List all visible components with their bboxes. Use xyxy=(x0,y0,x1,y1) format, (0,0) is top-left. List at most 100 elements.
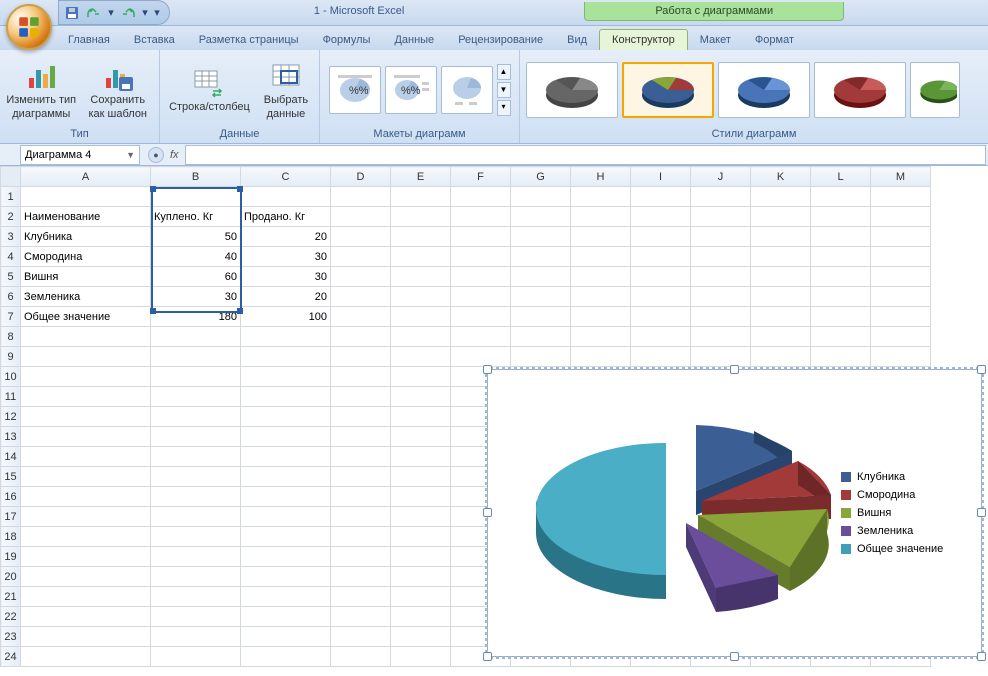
cell-L4[interactable] xyxy=(811,247,871,267)
col-header-B[interactable]: B xyxy=(151,167,241,187)
cell-D8[interactable] xyxy=(331,327,391,347)
cell-G9[interactable] xyxy=(511,347,571,367)
cell-C7[interactable]: 100 xyxy=(241,307,331,327)
layouts-scroll-up-icon[interactable]: ▲ xyxy=(497,64,511,80)
cell-B17[interactable] xyxy=(151,507,241,527)
cell-L5[interactable] xyxy=(811,267,871,287)
cell-M7[interactable] xyxy=(871,307,931,327)
cell-D2[interactable] xyxy=(331,207,391,227)
cell-E17[interactable] xyxy=(391,507,451,527)
cell-C13[interactable] xyxy=(241,427,331,447)
cell-C24[interactable] xyxy=(241,647,331,667)
cell-M1[interactable] xyxy=(871,187,931,207)
cell-E12[interactable] xyxy=(391,407,451,427)
cell-G3[interactable] xyxy=(511,227,571,247)
cell-A19[interactable] xyxy=(21,547,151,567)
cell-E5[interactable] xyxy=(391,267,451,287)
col-header-J[interactable]: J xyxy=(691,167,751,187)
redo-dropdown-icon[interactable]: ▾ xyxy=(141,4,149,22)
cell-E13[interactable] xyxy=(391,427,451,447)
cell-G8[interactable] xyxy=(511,327,571,347)
cell-G5[interactable] xyxy=(511,267,571,287)
cell-E9[interactable] xyxy=(391,347,451,367)
row-header-13[interactable]: 13 xyxy=(1,427,21,447)
cell-M6[interactable] xyxy=(871,287,931,307)
cell-I5[interactable] xyxy=(631,267,691,287)
cell-D1[interactable] xyxy=(331,187,391,207)
col-header-K[interactable]: K xyxy=(751,167,811,187)
cell-A6[interactable]: Земленика xyxy=(21,287,151,307)
cell-E18[interactable] xyxy=(391,527,451,547)
cell-B3[interactable]: 50 xyxy=(151,227,241,247)
cell-B14[interactable] xyxy=(151,447,241,467)
cell-C17[interactable] xyxy=(241,507,331,527)
cell-G6[interactable] xyxy=(511,287,571,307)
chart-resize-handle[interactable] xyxy=(977,365,986,374)
cell-B20[interactable] xyxy=(151,567,241,587)
cell-G4[interactable] xyxy=(511,247,571,267)
cell-A3[interactable]: Клубника xyxy=(21,227,151,247)
cell-F8[interactable] xyxy=(451,327,511,347)
cell-G2[interactable] xyxy=(511,207,571,227)
cell-C12[interactable] xyxy=(241,407,331,427)
row-header-14[interactable]: 14 xyxy=(1,447,21,467)
cell-A21[interactable] xyxy=(21,587,151,607)
cell-D21[interactable] xyxy=(331,587,391,607)
col-header-M[interactable]: M xyxy=(871,167,931,187)
tab-insert[interactable]: Вставка xyxy=(122,30,187,50)
cell-K5[interactable] xyxy=(751,267,811,287)
col-header-F[interactable]: F xyxy=(451,167,511,187)
cell-A23[interactable] xyxy=(21,627,151,647)
name-box-expand-icon[interactable]: ● xyxy=(148,147,164,163)
cell-H8[interactable] xyxy=(571,327,631,347)
cell-B24[interactable] xyxy=(151,647,241,667)
name-box-dropdown-icon[interactable]: ▼ xyxy=(126,150,135,160)
cell-H4[interactable] xyxy=(571,247,631,267)
col-header-G[interactable]: G xyxy=(511,167,571,187)
layouts-scroll-down-icon[interactable]: ▼ xyxy=(497,82,511,98)
row-header-4[interactable]: 4 xyxy=(1,247,21,267)
col-header-C[interactable]: C xyxy=(241,167,331,187)
cell-D22[interactable] xyxy=(331,607,391,627)
cell-D14[interactable] xyxy=(331,447,391,467)
tab-review[interactable]: Рецензирование xyxy=(446,30,555,50)
cell-D12[interactable] xyxy=(331,407,391,427)
save-icon[interactable] xyxy=(63,4,81,22)
worksheet[interactable]: A B C D E F G H I J K L M 12Наименование… xyxy=(0,166,988,676)
cell-I2[interactable] xyxy=(631,207,691,227)
row-header-3[interactable]: 3 xyxy=(1,227,21,247)
row-header-1[interactable]: 1 xyxy=(1,187,21,207)
col-header-E[interactable]: E xyxy=(391,167,451,187)
name-box[interactable]: Диаграмма 4 ▼ xyxy=(20,145,140,165)
cell-H3[interactable] xyxy=(571,227,631,247)
cell-D23[interactable] xyxy=(331,627,391,647)
cell-B2[interactable]: Куплено. Кг xyxy=(151,207,241,227)
cell-J3[interactable] xyxy=(691,227,751,247)
row-header-20[interactable]: 20 xyxy=(1,567,21,587)
tab-pagelayout[interactable]: Разметка страницы xyxy=(187,30,311,50)
cell-C22[interactable] xyxy=(241,607,331,627)
cell-I8[interactable] xyxy=(631,327,691,347)
cell-E14[interactable] xyxy=(391,447,451,467)
cell-D3[interactable] xyxy=(331,227,391,247)
cell-J6[interactable] xyxy=(691,287,751,307)
row-header-23[interactable]: 23 xyxy=(1,627,21,647)
save-as-template-button[interactable]: Сохранить как шаблон xyxy=(83,60,154,120)
cell-E16[interactable] xyxy=(391,487,451,507)
cell-B15[interactable] xyxy=(151,467,241,487)
cell-F3[interactable] xyxy=(451,227,511,247)
undo-dropdown-icon[interactable]: ▾ xyxy=(107,4,115,22)
cell-A4[interactable]: Смородина xyxy=(21,247,151,267)
cell-A1[interactable] xyxy=(21,187,151,207)
legend-item[interactable]: Общее значение xyxy=(841,543,981,555)
cell-D24[interactable] xyxy=(331,647,391,667)
tab-view[interactable]: Вид xyxy=(555,30,599,50)
cell-I1[interactable] xyxy=(631,187,691,207)
qat-customize-icon[interactable]: ▾ xyxy=(153,4,161,22)
cell-C3[interactable]: 20 xyxy=(241,227,331,247)
cell-D5[interactable] xyxy=(331,267,391,287)
col-header-I[interactable]: I xyxy=(631,167,691,187)
cell-B12[interactable] xyxy=(151,407,241,427)
cell-A18[interactable] xyxy=(21,527,151,547)
chart-object[interactable]: Клубника Смородина Вишня Земленика Общее… xyxy=(487,369,982,657)
